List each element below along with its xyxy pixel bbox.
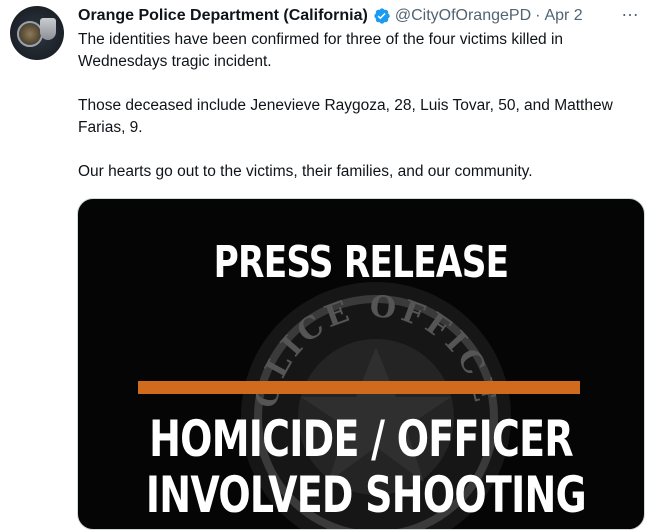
media-headline: HOMICIDE / OFFICER INVOLVED SHOOTING	[145, 410, 587, 524]
tweet-media-image[interactable]: POLICE OFFICER PRESS RELEASE HOMICIDE / …	[77, 198, 645, 530]
press-release-title: PRESS RELEASE	[213, 237, 509, 288]
tweet-text: The identities have been confirmed for t…	[78, 29, 638, 183]
display-name[interactable]: Orange Police Department (California)	[78, 7, 368, 25]
tweet-date[interactable]: Apr 2	[544, 7, 582, 25]
handle[interactable]: @CityOfOrangePD	[395, 7, 531, 25]
tweet-paragraph: Those deceased include Jenevieve Raygoza…	[78, 97, 613, 136]
tweet[interactable]: Orange Police Department (California) @C…	[0, 0, 650, 530]
separator: ·	[535, 7, 541, 24]
avatar-badge-icon	[40, 18, 56, 40]
tweet-paragraph: The identities have been confirmed for t…	[78, 31, 564, 70]
tweet-header: Orange Police Department (California) @C…	[78, 4, 650, 28]
headline-line-2: INVOLVED SHOOTING	[145, 466, 587, 524]
verified-badge-icon	[374, 8, 390, 24]
tweet-paragraph: Our hearts go out to the victims, their …	[78, 163, 533, 180]
avatar[interactable]	[10, 6, 64, 60]
more-options-icon[interactable]: …	[621, 0, 640, 21]
orange-divider	[138, 381, 580, 394]
headline-line-1: HOMICIDE / OFFICER	[149, 410, 573, 468]
